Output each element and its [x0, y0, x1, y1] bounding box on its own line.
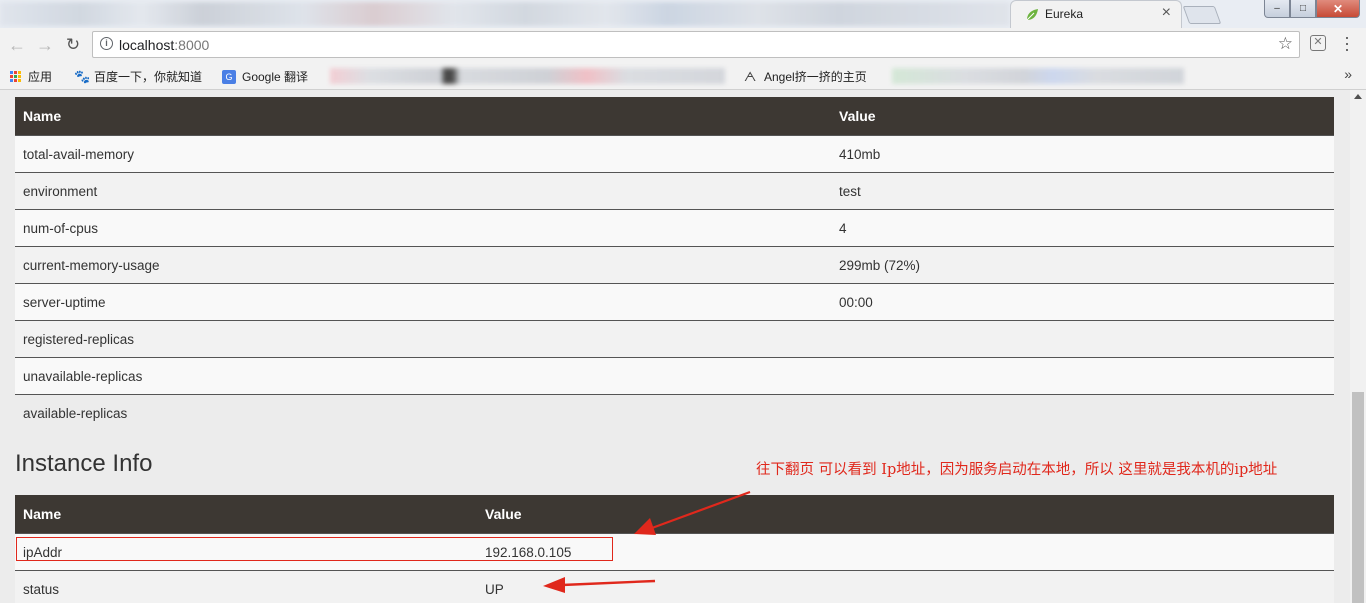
section-title-instance-info: Instance Info: [15, 450, 153, 477]
browser-menu-icon[interactable]: · · ·: [1342, 28, 1352, 58]
bookmark-apps[interactable]: 应用: [10, 68, 52, 85]
table-header-row: Name Value: [15, 495, 1334, 534]
angel-icon: ᗅ: [744, 68, 757, 84]
minimize-button[interactable]: –: [1264, 0, 1290, 18]
url-port: :8000: [174, 37, 210, 53]
url-host: localhost: [119, 37, 175, 53]
table-row: registered-replicas: [15, 320, 1334, 358]
column-header-value: Value: [831, 97, 1334, 136]
row-name: total-avail-memory: [15, 135, 831, 173]
scrollbar-thumb[interactable]: [1352, 392, 1364, 603]
row-value: 299mb (72%): [831, 246, 1334, 284]
row-name: registered-replicas: [15, 320, 831, 358]
bookmark-star-icon[interactable]: ☆: [1278, 34, 1293, 54]
table-row: server-uptime 00:00: [15, 283, 1334, 321]
bookmark-baidu[interactable]: 🐾 百度一下，你就知道: [74, 68, 202, 85]
background-tabs-blurred[interactable]: [0, 2, 1010, 26]
browser-toolbar: ← → ↻ i localhost:8000 ☆ ✕ · · ·: [0, 28, 1366, 62]
bookmark-label: 百度一下，你就知道: [94, 70, 203, 84]
row-value: [831, 320, 1334, 358]
new-tab-button[interactable]: [1182, 6, 1222, 24]
bookmark-label: 应用: [28, 70, 53, 84]
back-arrow-icon[interactable]: ←: [6, 34, 28, 56]
row-value: 4: [831, 209, 1334, 247]
row-name: server-uptime: [15, 283, 831, 321]
row-value: [831, 357, 1334, 395]
row-name: available-replicas: [15, 394, 831, 431]
column-header-name: Name: [15, 495, 477, 534]
bookmarks-bar: 应用 🐾 百度一下，你就知道 G Google 翻译 ᗅ Angel挤一挤的主页…: [0, 62, 1366, 90]
eureka-leaf-icon: [1026, 9, 1038, 21]
table-row: unavailable-replicas: [15, 357, 1334, 395]
row-value: 00:00: [831, 283, 1334, 321]
maximize-button[interactable]: □: [1290, 0, 1316, 18]
google-translate-icon: G: [222, 69, 236, 84]
bookmark-angel[interactable]: ᗅ Angel挤一挤的主页: [744, 68, 867, 85]
annotation-highlight-box: [16, 537, 613, 561]
row-value: test: [831, 172, 1334, 210]
url-text[interactable]: localhost:8000: [119, 37, 209, 53]
table-row: num-of-cpus 4: [15, 209, 1334, 247]
column-header-name: Name: [15, 97, 831, 136]
apps-grid-icon: [10, 70, 22, 83]
page-viewport: Name Value total-avail-memory 410mb envir…: [0, 90, 1350, 603]
blurred-bookmarks[interactable]: [330, 68, 725, 84]
bookmark-label: Google 翻译: [242, 70, 309, 84]
info-icon[interactable]: i: [100, 37, 113, 50]
baidu-paw-icon: 🐾: [74, 68, 91, 84]
tab-eureka[interactable]: Eureka ×: [1010, 0, 1182, 28]
column-header-value: Value: [477, 495, 1334, 534]
table-row: environment test: [15, 172, 1334, 210]
vertical-scrollbar[interactable]: [1350, 90, 1366, 603]
address-bar[interactable]: i localhost:8000 ☆: [92, 31, 1300, 58]
row-value: 410mb: [831, 135, 1334, 173]
tab-title: Eureka: [1045, 7, 1084, 21]
blurred-bookmarks-2[interactable]: [892, 68, 1184, 84]
table-row: available-replicas: [15, 394, 1334, 431]
close-window-button[interactable]: ✕: [1316, 0, 1360, 18]
bookmarks-overflow-chevron-icon[interactable]: »: [1344, 66, 1352, 82]
table-header-row: Name Value: [15, 97, 1334, 136]
row-value: [831, 394, 1334, 431]
table-row: status UP: [15, 570, 1334, 603]
general-info-table: Name Value total-avail-memory 410mb envir…: [15, 97, 1334, 431]
window-controls: – □ ✕: [1264, 0, 1360, 18]
row-name: current-memory-usage: [15, 246, 831, 284]
reload-icon[interactable]: ↻: [62, 34, 84, 56]
tab-close-icon[interactable]: ×: [1162, 4, 1171, 22]
table-row: current-memory-usage 299mb (72%): [15, 246, 1334, 284]
row-name: unavailable-replicas: [15, 357, 831, 395]
bookmark-label: Angel挤一挤的主页: [764, 70, 867, 84]
scroll-up-arrow-icon[interactable]: [1354, 94, 1362, 99]
bookmark-google-translate[interactable]: G Google 翻译: [222, 68, 308, 85]
forward-arrow-icon[interactable]: →: [34, 34, 56, 56]
tab-strip: Eureka × – □ ✕: [0, 0, 1366, 28]
row-name: status: [15, 570, 477, 603]
row-name: environment: [15, 172, 831, 210]
extension-icon[interactable]: ✕: [1310, 35, 1326, 51]
row-value: UP: [477, 570, 1334, 603]
row-name: num-of-cpus: [15, 209, 831, 247]
table-row: total-avail-memory 410mb: [15, 135, 1334, 173]
annotation-note: 往下翻页 可以看到 Ip地址，因为服务启动在本地，所以 这里就是我本机的ip地址: [756, 462, 1278, 478]
